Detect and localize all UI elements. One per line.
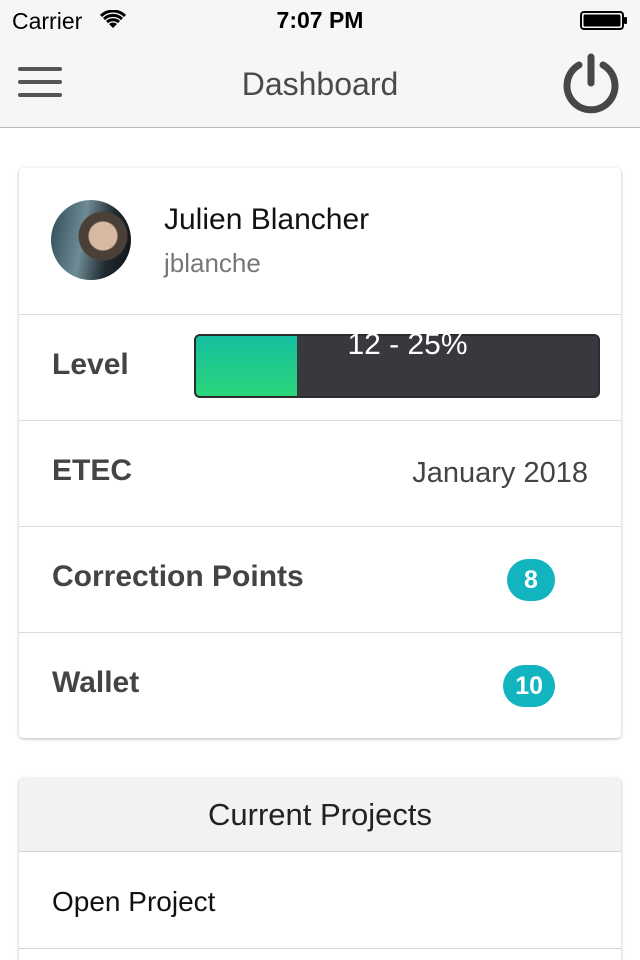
- correction-points-row[interactable]: Correction Points 8: [19, 527, 621, 633]
- profile-name: Julien Blancher: [164, 203, 370, 236]
- wallet-badge: 10: [503, 665, 555, 707]
- wallet-label: Wallet: [52, 666, 140, 699]
- status-bar: Carrier 7:07 PM: [0, 0, 640, 40]
- level-progress-text: 12 - 25%: [347, 328, 468, 361]
- avatar: [51, 200, 131, 280]
- level-label: Level: [52, 348, 129, 381]
- etec-label: ETEC: [52, 454, 133, 487]
- profile-login: jblanche: [164, 248, 261, 278]
- projects-card: Current Projects Open Project: [19, 778, 621, 960]
- etec-row: ETEC January 2018: [19, 421, 621, 527]
- page-title: Dashboard: [241, 66, 399, 102]
- profile-card: Julien Blancher jblanche Level 12 - 25% …: [19, 168, 621, 738]
- wallet-row[interactable]: Wallet 10: [19, 633, 621, 738]
- navigation-bar: Dashboard: [0, 40, 640, 128]
- correction-points-badge: 8: [507, 559, 555, 601]
- project-item-label: Open Project: [52, 886, 216, 917]
- correction-points-label: Correction Points: [52, 560, 304, 593]
- power-icon[interactable]: [560, 53, 622, 115]
- etec-value: January 2018: [412, 457, 588, 489]
- level-row: Level 12 - 25%: [19, 315, 621, 421]
- profile-header: Julien Blancher jblanche: [19, 168, 621, 315]
- battery-icon: [580, 11, 627, 30]
- clock-time: 7:07 PM: [276, 7, 364, 33]
- projects-header: Current Projects: [19, 778, 621, 852]
- project-list-item[interactable]: Open Project: [19, 852, 621, 949]
